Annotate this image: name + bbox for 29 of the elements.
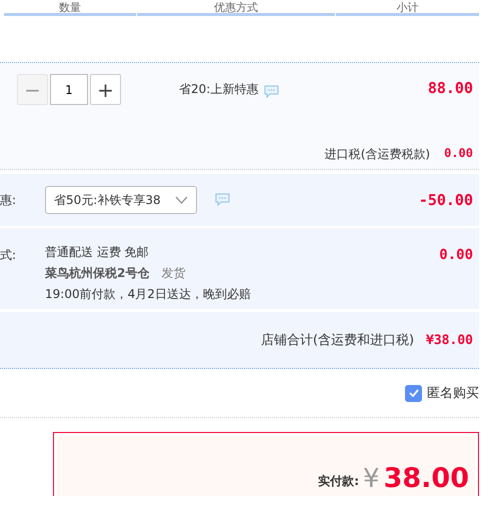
- warehouse-name: 菜鸟杭州保税2号仓: [45, 265, 150, 282]
- increase-button[interactable]: +: [90, 74, 121, 105]
- store-total-label: 店铺合计(含运费和进口税): [260, 332, 414, 349]
- shipping-amount: 0.00: [439, 247, 473, 263]
- tax-label: 进口税(含运费税款): [324, 146, 430, 163]
- payment-label: 实付款:: [318, 473, 360, 490]
- check-icon: [408, 389, 418, 397]
- comment-icon[interactable]: [264, 85, 280, 99]
- currency-sign: ¥: [363, 466, 380, 492]
- comment-icon[interactable]: [214, 193, 230, 207]
- store-total-amount: ¥38.00: [426, 332, 473, 348]
- column-header: 优惠方式: [214, 2, 258, 13]
- subtotal-amount: 88.00: [428, 79, 473, 97]
- discount-label: 惠:: [0, 192, 18, 208]
- column-header: 数量: [59, 2, 81, 13]
- tax-amount: 0.00: [444, 146, 473, 162]
- delivery-promise: 19:00前付款，4月2日送达，晚到必赔: [45, 286, 251, 303]
- quantity-field[interactable]: 1: [50, 74, 88, 105]
- promotion-text: 省20:上新特惠: [179, 80, 258, 98]
- checkbox[interactable]: [405, 384, 422, 402]
- column-header: 小计: [396, 2, 418, 13]
- payment-amount: 38.00: [384, 465, 469, 492]
- dispatch-text: 发货: [161, 265, 186, 282]
- discount-select[interactable]: 省50元:补铁专享38: [45, 186, 197, 214]
- chevron-icon: [174, 196, 188, 204]
- shipping-label: 式:: [0, 247, 18, 264]
- shipping-method: 普通配送 运费 免邮: [45, 244, 150, 261]
- discount-amount: -50.00: [418, 191, 473, 209]
- anonymous-label: 匿名购买: [427, 385, 479, 402]
